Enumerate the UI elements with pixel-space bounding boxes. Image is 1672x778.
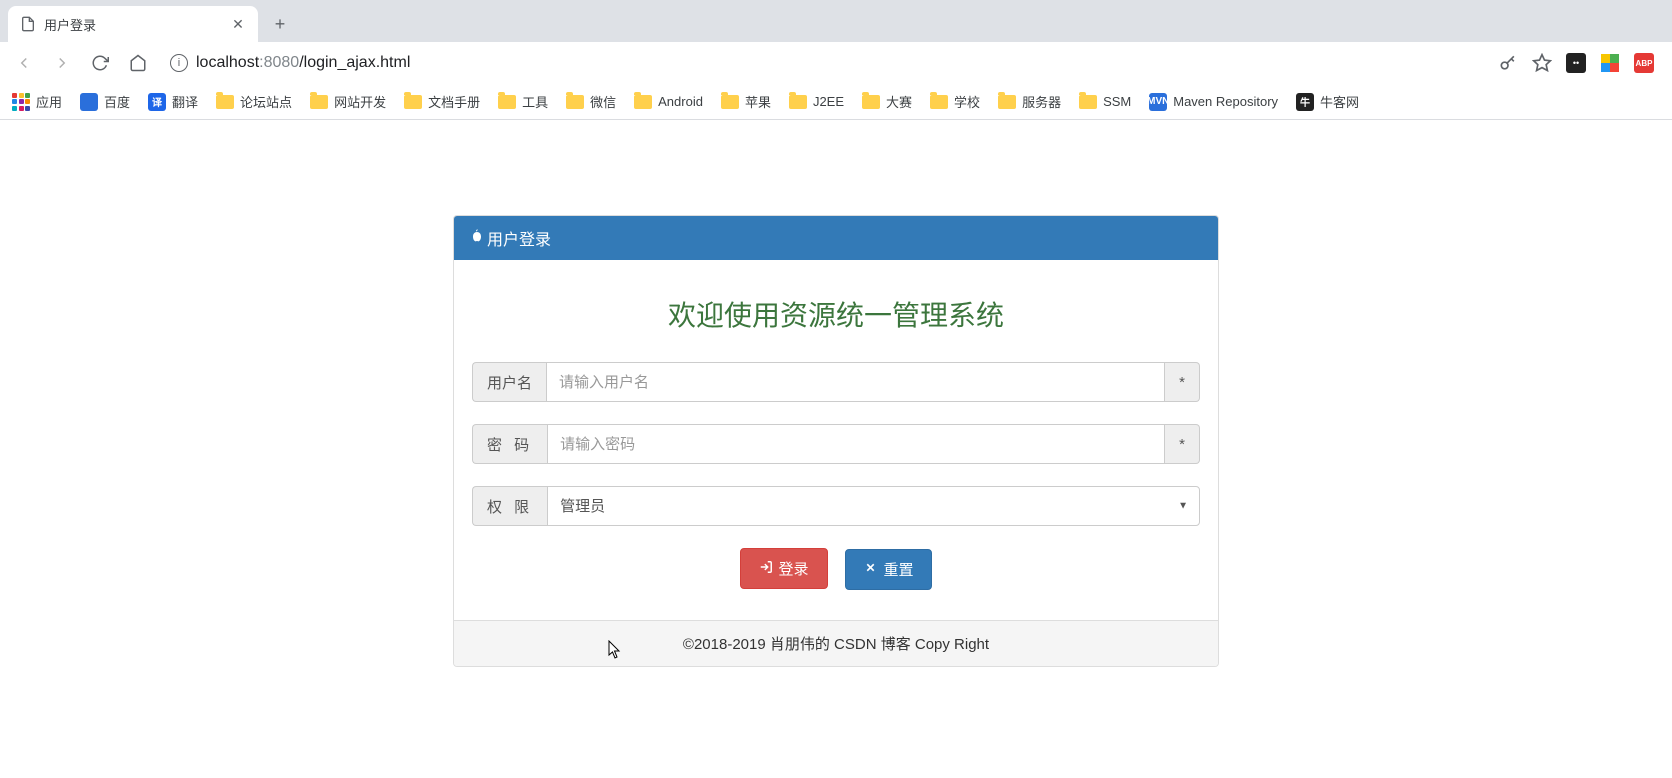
apple-icon [469,228,485,249]
login-panel: 用户登录 欢迎使用资源统一管理系统 用户名 * 密 码 * 权 限 管理员 [453,215,1219,667]
site-icon: 译 [148,93,166,111]
extension-icon-2[interactable] [1600,53,1620,73]
bookmark-label: 论坛站点 [240,92,292,111]
bookmark-label: 百度 [104,92,130,111]
bookmark-item[interactable]: 苹果 [721,92,771,111]
role-select[interactable]: 管理员 [547,486,1200,526]
panel-title: 用户登录 [487,226,551,250]
signin-icon [759,560,773,578]
bookmark-item[interactable]: 牛牛客网 [1296,92,1359,111]
folder-icon [721,95,739,109]
folder-icon [310,95,328,109]
address-bar[interactable]: i localhost:8080/login_ajax.html [162,54,1488,72]
bookmark-label: 牛客网 [1320,92,1359,111]
bookmark-label: Android [658,94,703,109]
bookmark-label: 苹果 [745,92,771,111]
required-marker: * [1165,362,1200,402]
username-input[interactable] [546,362,1165,402]
key-icon[interactable] [1498,53,1518,73]
bookmark-label: J2EE [813,94,844,109]
bookmark-item[interactable]: 工具 [498,92,548,111]
password-row: 密 码 * [472,424,1200,464]
tab-close-icon[interactable]: ✕ [230,16,246,32]
required-marker: * [1165,424,1200,464]
tab-title: 用户登录 [44,15,222,34]
bookmark-item[interactable]: 百度 [80,92,130,111]
bookmark-label: 微信 [590,92,616,111]
folder-icon [930,95,948,109]
bookmark-item[interactable]: 微信 [566,92,616,111]
role-row: 权 限 管理员 ▼ [472,486,1200,526]
username-label: 用户名 [472,362,546,402]
folder-icon [789,95,807,109]
bookmark-label: 网站开发 [334,92,386,111]
bookmark-label: 学校 [954,92,980,111]
home-button[interactable] [124,49,152,77]
bookmark-item[interactable]: 译翻译 [148,92,198,111]
bookmark-item[interactable]: 文档手册 [404,92,480,111]
folder-icon [1079,95,1097,109]
folder-icon [216,95,234,109]
role-label: 权 限 [472,486,547,526]
bookmark-label: Maven Repository [1173,94,1278,109]
extension-icon-1[interactable]: •• [1566,53,1586,73]
reset-button-label: 重置 [883,559,913,580]
site-info-icon[interactable]: i [170,54,188,72]
bookmark-item[interactable]: 论坛站点 [216,92,292,111]
panel-body: 欢迎使用资源统一管理系统 用户名 * 密 码 * 权 限 管理员 ▼ [454,260,1218,620]
browser-tab[interactable]: 用户登录 ✕ [8,6,258,42]
bookmark-label: 文档手册 [428,92,480,111]
bookmark-item[interactable]: SSM [1079,94,1131,109]
close-icon [864,561,877,578]
site-icon: MVN [1149,93,1167,111]
back-button[interactable] [10,49,38,77]
bookmark-label: 工具 [522,92,548,111]
star-icon[interactable] [1532,53,1552,73]
folder-icon [862,95,880,109]
login-button-label: 登录 [779,558,809,579]
new-tab-button[interactable]: + [266,10,294,38]
bookmark-label: SSM [1103,94,1131,109]
panel-heading: 用户登录 [454,216,1218,260]
username-row: 用户名 * [472,362,1200,402]
bookmark-item[interactable]: 服务器 [998,92,1061,111]
folder-icon [498,95,516,109]
bookmark-item[interactable]: J2EE [789,94,844,109]
bookmark-item[interactable]: 学校 [930,92,980,111]
bookmark-item[interactable]: 大赛 [862,92,912,111]
apps-grid-icon [12,93,30,111]
panel-footer: ©2018-2019 肖朋伟的 CSDN 博客 Copy Right [454,620,1218,666]
bookmark-item[interactable]: 网站开发 [310,92,386,111]
page-icon [20,16,36,32]
folder-icon [998,95,1016,109]
forward-button[interactable] [48,49,76,77]
bookmark-item[interactable]: Android [634,94,703,109]
site-icon [80,93,98,111]
bookmarks-bar: 应用 百度译翻译 论坛站点 网站开发 文档手册 工具 微信 Android 苹果 J2EE 大赛 学… [0,84,1672,120]
reset-button[interactable]: 重置 [845,549,932,590]
site-icon: 牛 [1296,93,1314,111]
bookmark-label: 大赛 [886,92,912,111]
folder-icon [634,95,652,109]
welcome-heading: 欢迎使用资源统一管理系统 [472,294,1200,334]
bookmark-label: 应用 [36,92,62,111]
toolbar-right: •• ABP [1498,53,1662,73]
abp-icon[interactable]: ABP [1634,53,1654,73]
password-input[interactable] [547,424,1165,464]
folder-icon [566,95,584,109]
button-row: 登录 重置 [472,548,1200,590]
address-bar-row: i localhost:8080/login_ajax.html •• ABP [0,42,1672,84]
browser-chrome: 用户登录 ✕ + i localhost:8080/login_ajax.htm… [0,0,1672,120]
reload-button[interactable] [86,49,114,77]
bookmark-item[interactable]: MVN Maven Repository [1149,93,1278,111]
bookmark-label: 服务器 [1022,92,1061,111]
bookmark-apps[interactable]: 应用 [12,92,62,111]
folder-icon [404,95,422,109]
password-label: 密 码 [472,424,547,464]
url-text: localhost:8080/login_ajax.html [196,54,410,72]
bookmark-label: 翻译 [172,92,198,111]
login-button[interactable]: 登录 [740,548,828,589]
page-content: 用户登录 欢迎使用资源统一管理系统 用户名 * 密 码 * 权 限 管理员 [0,120,1672,667]
tab-strip: 用户登录 ✕ + [0,0,1672,42]
